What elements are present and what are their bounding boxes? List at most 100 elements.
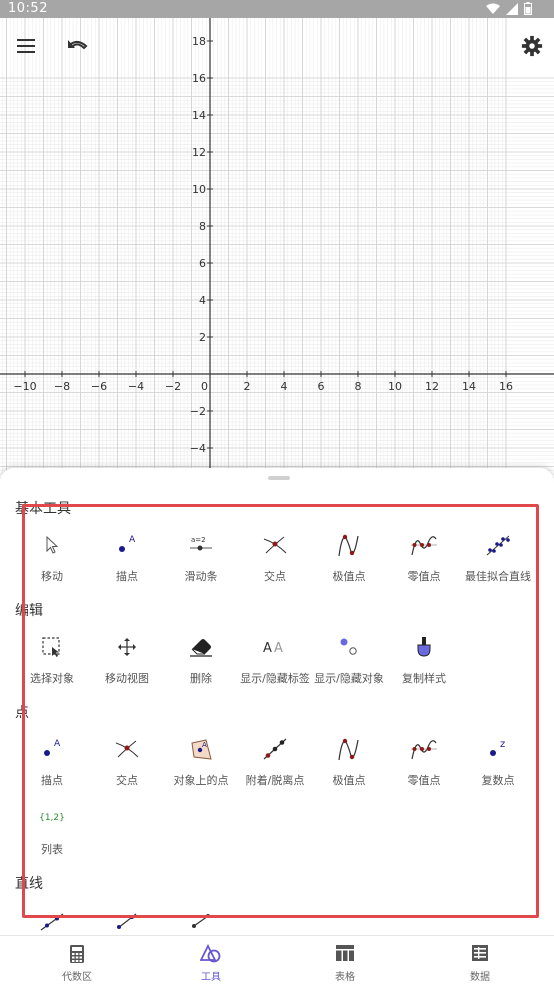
eraser-icon (190, 639, 212, 657)
tool-extremum-2[interactable]: 极值点 (311, 732, 387, 792)
svg-text:A: A (274, 641, 283, 656)
tool-attach-detach[interactable]: 附着/脱离点 (237, 732, 313, 792)
tool-show-hide-object[interactable]: 显示/隐藏对象 (311, 630, 387, 690)
list-icon: {1,2} (39, 813, 65, 823)
x-tick-label: 2 (244, 380, 251, 393)
undo-button[interactable] (60, 28, 96, 64)
tick-labels: −10 −8 −6 −4 −2 0 2 4 6 8 10 12 14 16 18 16 14 12 10 8 6 4 2 −2… (13, 35, 513, 455)
roots-icon (411, 536, 437, 556)
y-tick-label: 18 (192, 35, 206, 48)
tool-select[interactable]: 选择对象 (14, 630, 90, 690)
undo-icon (68, 40, 88, 50)
tool-best-fit-line[interactable]: 最佳拟合直线 (460, 528, 536, 588)
menu-button[interactable] (8, 28, 44, 64)
y-tick-label: 12 (192, 146, 206, 159)
x-tick-label: −4 (128, 380, 144, 393)
status-icons (486, 2, 532, 15)
attach-detach-icon (263, 738, 287, 760)
best-fit-line-icon (486, 535, 510, 556)
signal-icon (506, 2, 518, 15)
table-icon (336, 945, 354, 961)
tool-slider[interactable]: a=2 滑动条 (163, 528, 239, 588)
graphing-canvas[interactable]: −10 −8 −6 −4 −2 0 2 4 6 8 10 12 14 16 18 16 14 12 10 8 6 4 2 −2… (0, 18, 554, 488)
extremum-icon (338, 738, 359, 761)
move-view-icon (118, 638, 136, 656)
tools-icon (200, 944, 221, 963)
tool-delete[interactable]: 删除 (163, 630, 239, 690)
tick-label-origin: 0 (201, 380, 208, 393)
gear-icon (521, 35, 543, 57)
tool-show-hide-label[interactable]: AA 显示/隐藏标签 (237, 630, 313, 690)
y-tick-label: 16 (192, 72, 206, 85)
wifi-icon (486, 3, 500, 14)
tool-move[interactable]: 移动 (14, 528, 90, 588)
x-tick-label: 6 (318, 380, 325, 393)
section-title-edit: 编辑 (15, 603, 43, 619)
x-tick-label: 8 (355, 380, 362, 393)
tool-point-on-object[interactable]: A 对象上的点 (163, 732, 239, 792)
y-tick-label: 14 (192, 109, 206, 122)
nav-data[interactable]: 数据 (420, 936, 540, 988)
intersect-icon (263, 536, 287, 554)
y-tick-label: 8 (199, 220, 206, 233)
point-icon: A (44, 739, 61, 756)
svg-text:A: A (129, 535, 136, 545)
tool-extremum[interactable]: 极值点 (311, 528, 387, 588)
slider-icon: a=2 (190, 536, 212, 551)
y-tick-label: 10 (192, 183, 206, 196)
tool-point-2[interactable]: A 描点 (14, 732, 90, 792)
intersect-icon (115, 740, 139, 758)
x-tick-label: −10 (13, 380, 36, 393)
tool-intersect[interactable]: 交点 (237, 528, 313, 588)
slider-icon-text: a=2 (191, 536, 206, 544)
nav-table[interactable]: 表格 (285, 936, 405, 988)
complex-point-icon: z (490, 739, 505, 756)
y-tick-label: −2 (190, 405, 206, 418)
status-bar: 10:52 (0, 0, 554, 18)
tool-complex-point[interactable]: z 复数点 (460, 732, 536, 792)
tool-point[interactable]: A 描点 (89, 528, 165, 588)
x-tick-label: 4 (281, 380, 288, 393)
show-hide-icon (340, 638, 357, 655)
settings-button[interactable] (514, 28, 550, 64)
point-on-object-icon: A (191, 739, 212, 760)
tool-move-view[interactable]: 移动视图 (89, 630, 165, 690)
tools-panel: 基本工具 移动 A 描点 a=2 滑动条 交点 极值点 零值点 最佳拟合直线 编… (0, 468, 554, 935)
tool-line-partial-2[interactable] (89, 903, 165, 935)
y-tick-label: 6 (199, 257, 206, 270)
axes (0, 18, 554, 488)
tool-line-partial-3[interactable] (163, 903, 239, 935)
line-icon (40, 913, 64, 931)
tool-roots[interactable]: 零值点 (386, 528, 462, 588)
svg-text:A: A (202, 741, 207, 749)
svg-text:z: z (500, 739, 505, 750)
drag-handle[interactable] (268, 476, 290, 480)
x-tick-label: 12 (425, 380, 439, 393)
x-tick-label: 16 (499, 380, 513, 393)
battery-icon (524, 2, 532, 15)
nav-algebra[interactable]: 代数区 (17, 936, 137, 988)
point-icon: A (119, 535, 136, 552)
bottom-nav: 代数区 工具 表格 数据 (0, 935, 554, 988)
segment-icon (117, 913, 137, 929)
roots-icon (411, 740, 437, 760)
nav-tools[interactable]: 工具 (151, 936, 271, 988)
minor-grid (0, 18, 554, 488)
status-time: 10:52 (8, 1, 48, 16)
y-tick-label: 2 (199, 331, 206, 344)
tool-roots-2[interactable]: 零值点 (386, 732, 462, 792)
tool-copy-style[interactable]: 复制样式 (386, 630, 462, 690)
x-tick-label: −6 (91, 380, 107, 393)
ray-icon (192, 914, 210, 928)
data-icon (472, 945, 488, 961)
tool-intersect-2[interactable]: 交点 (89, 732, 165, 792)
move-icon (46, 536, 59, 554)
tool-list[interactable]: {1,2} 列表 (14, 801, 90, 861)
tool-line-partial-1[interactable] (14, 903, 90, 935)
y-tick-label: −4 (190, 442, 206, 455)
x-tick-label: 10 (388, 380, 402, 393)
section-title-basic: 基本工具 (15, 501, 71, 517)
menu-icon (17, 39, 35, 53)
x-tick-label: −8 (54, 380, 70, 393)
section-title-point: 点 (15, 705, 29, 721)
